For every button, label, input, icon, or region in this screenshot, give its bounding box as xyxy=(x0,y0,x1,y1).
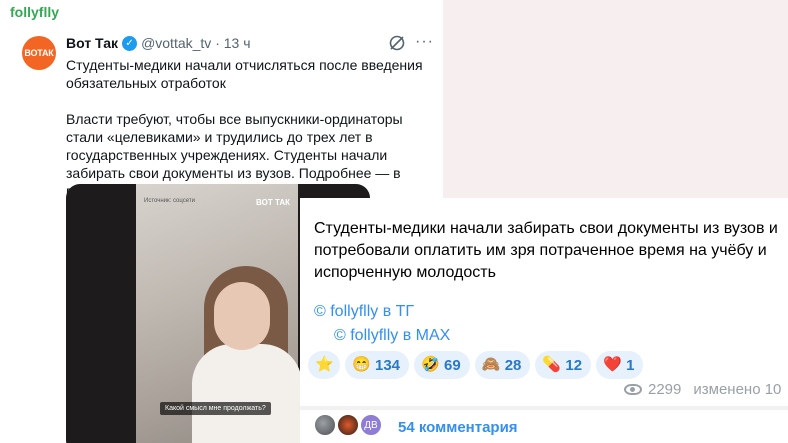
verified-badge-icon: ✓ xyxy=(122,35,138,51)
grok-icon[interactable] xyxy=(388,34,406,52)
link-max[interactable]: © follyflly в MAX xyxy=(334,327,450,345)
author-name[interactable]: Вот Так xyxy=(66,35,118,51)
view-count: 2299 xyxy=(648,381,682,398)
person-face xyxy=(214,282,270,350)
commenter-avatar xyxy=(336,413,360,437)
eye-icon xyxy=(624,384,642,395)
edited-label: изменено 10 xyxy=(693,381,782,398)
more-options-icon[interactable]: ··· xyxy=(415,33,434,51)
commenter-avatar: ДВ xyxy=(359,413,383,437)
reaction-heart[interactable]: ❤️ 1 xyxy=(596,351,644,379)
video-source-label: Источник: соцсети xyxy=(144,198,195,204)
grin-icon: 😁 xyxy=(352,356,371,373)
reaction-grin[interactable]: 😁 134 xyxy=(345,351,410,379)
tweet-header: Вот Так ✓ @vottak_tv · 13 ч xyxy=(66,35,251,51)
person-body xyxy=(192,344,302,443)
reaction-count: 69 xyxy=(444,356,461,374)
tweet-paragraph: Студенты-медики начали отчисляться после… xyxy=(66,57,423,91)
reaction-count: 28 xyxy=(504,356,522,374)
monkey-icon: 🙈 xyxy=(481,356,501,373)
author-avatar[interactable]: ВОТАК xyxy=(22,36,56,70)
message-text: Студенты-медики начали забирать свои док… xyxy=(314,220,778,281)
message-views: 2299 изменено 10 xyxy=(624,381,781,398)
heart-icon: ❤️ xyxy=(603,356,622,373)
reaction-count: 12 xyxy=(565,356,583,374)
comments-link[interactable]: 54 комментария xyxy=(398,419,518,436)
reaction-star[interactable]: ⭐ xyxy=(308,351,340,379)
channel-name: follyflly xyxy=(10,4,60,20)
link-telegram[interactable]: © follyflly в ТГ xyxy=(314,303,414,321)
reaction-rofl[interactable]: 🤣 69 xyxy=(414,351,470,379)
video-caption: Какой смысл мне продолжать? xyxy=(160,402,271,415)
reaction-count: 1 xyxy=(626,356,635,374)
star-icon: ⭐ xyxy=(315,356,334,373)
pill-icon: 💊 xyxy=(542,356,562,373)
reaction-monkey[interactable]: 🙈 28 xyxy=(474,351,531,379)
rofl-icon: 🤣 xyxy=(421,356,440,373)
video-logo: ВОТ ТАК xyxy=(256,198,290,207)
reaction-pill[interactable]: 💊 12 xyxy=(535,351,592,379)
commenter-avatar xyxy=(313,413,337,437)
author-handle-time: @vottak_tv · 13 ч xyxy=(141,35,251,51)
reaction-count: 134 xyxy=(375,356,401,374)
reactions-bar: ⭐ 😁 134 🤣 69 🙈 28 💊 12 ❤️ 1 xyxy=(308,351,644,379)
